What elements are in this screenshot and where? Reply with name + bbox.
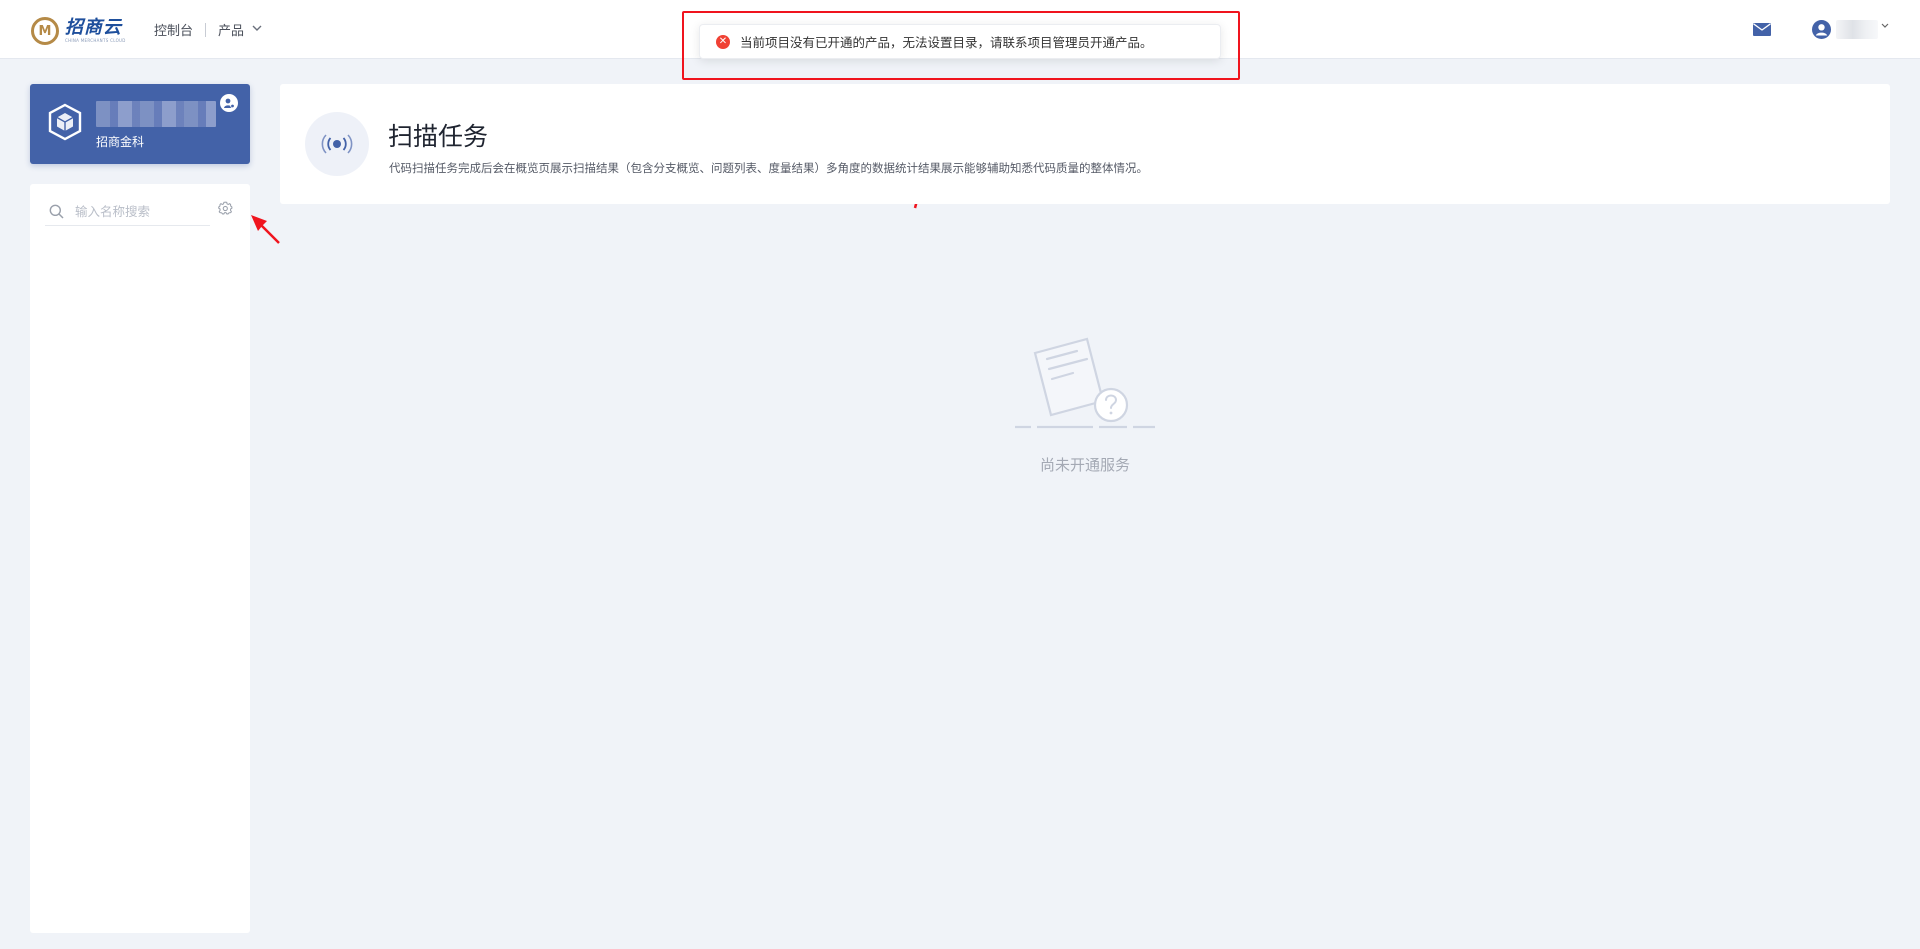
nav-divider — [205, 22, 207, 37]
gear-icon[interactable] — [218, 201, 233, 216]
logo-mark-icon: M — [31, 17, 59, 45]
project-org-name: 招商金科 — [96, 135, 145, 149]
nav-console-link[interactable]: 控制台 — [154, 20, 193, 39]
logo-subtext: CHINA MERCHANTS CLOUD — [65, 38, 126, 43]
toast-message: 当前项目没有已开通的产品，无法设置目录，请联系项目管理员开通产品。 — [740, 35, 1153, 50]
user-icon[interactable] — [1812, 20, 1831, 39]
page-header-card: 扫描任务 代码扫描任务完成后会在概览页展示扫描结果（包含分支概览、问题列表、度量… — [280, 84, 1890, 204]
directory-panel — [30, 184, 250, 933]
search-input[interactable] — [75, 204, 205, 219]
empty-state: 尚未开通服务 — [1015, 335, 1155, 475]
mail-icon[interactable] — [1753, 23, 1771, 36]
project-member-icon[interactable] — [220, 94, 238, 112]
empty-state-text: 尚未开通服务 — [1039, 456, 1130, 474]
brand-logo[interactable]: M 招商云 CHINA MERCHANTS CLOUD — [31, 16, 126, 46]
project-cube-icon — [48, 103, 82, 141]
chevron-down-icon[interactable] — [252, 24, 262, 35]
project-card[interactable]: 招商金科 — [30, 84, 250, 164]
user-menu-chevron-icon[interactable] — [1881, 22, 1889, 31]
project-name-redacted — [96, 101, 216, 127]
search-box — [45, 198, 210, 226]
logo-text: 招商云 — [65, 17, 122, 38]
top-nav: 控制台 产品 — [154, 20, 262, 39]
page-title: 扫描任务 — [388, 122, 489, 151]
annotation-arrow-sidebar — [251, 215, 280, 244]
empty-document-icon — [1015, 337, 1155, 429]
search-icon — [49, 204, 64, 219]
error-icon: ✕ — [716, 34, 730, 49]
scan-task-icon — [305, 112, 369, 176]
error-toast: ✕ 当前项目没有已开通的产品，无法设置目录，请联系项目管理员开通产品。 — [699, 24, 1221, 59]
user-name-redacted[interactable] — [1836, 20, 1878, 39]
page-description: 代码扫描任务完成后会在概览页展示扫描结果（包含分支概览、问题列表、度量结果）多角… — [389, 161, 1148, 175]
nav-products-menu[interactable]: 产品 — [218, 20, 244, 39]
